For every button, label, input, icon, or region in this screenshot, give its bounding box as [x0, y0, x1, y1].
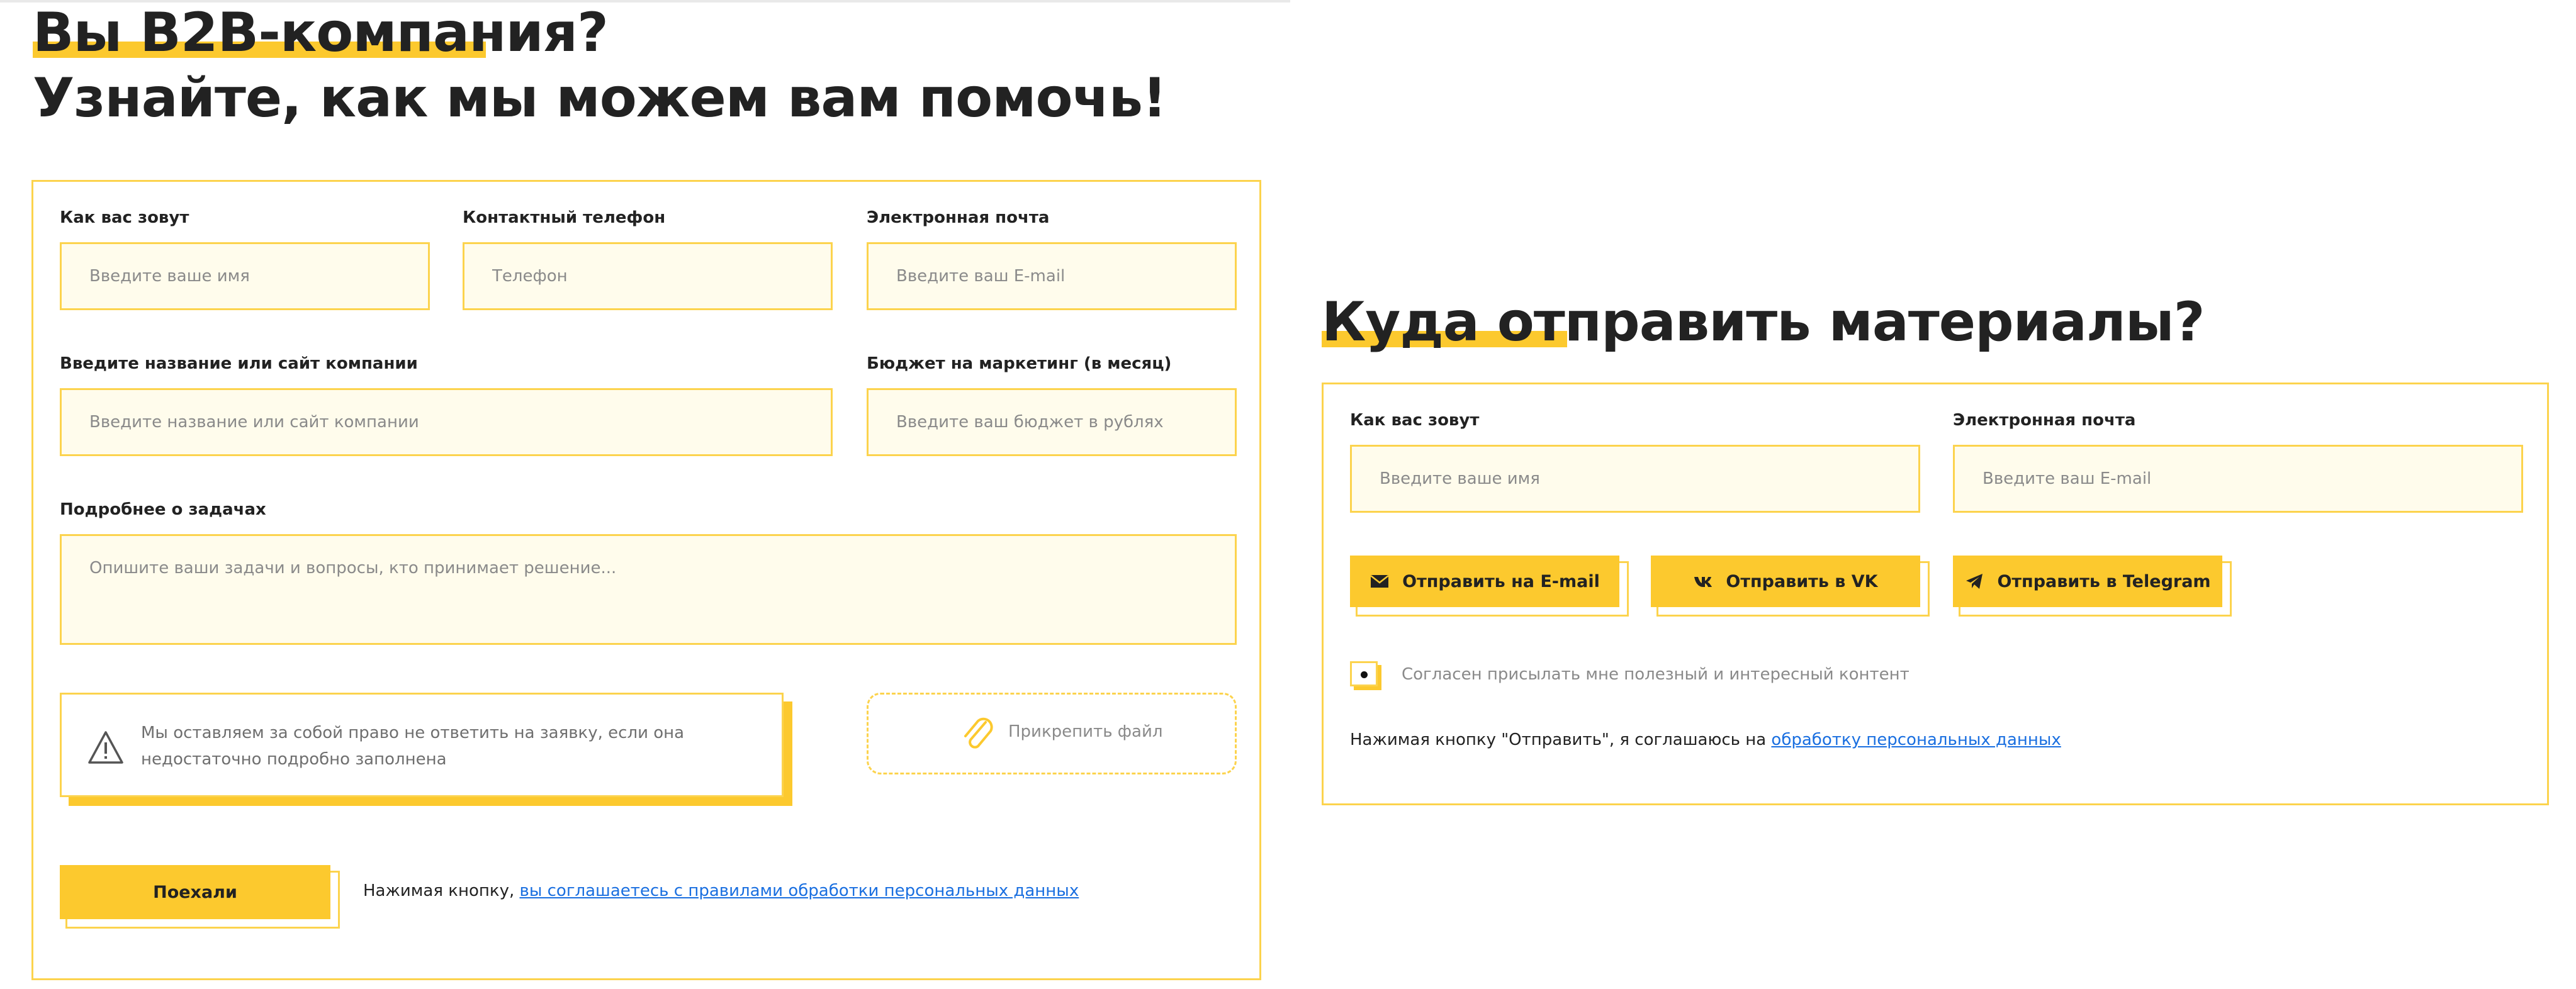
telegram-icon	[1966, 574, 1983, 589]
name-label: Как вас зовут	[60, 208, 189, 227]
paperclip-icon	[964, 717, 993, 749]
materials-heading-highlight: Куда отправить материалы?	[1322, 291, 2205, 354]
envelope-icon	[1370, 575, 1389, 588]
vk-icon	[1694, 577, 1713, 587]
email-input[interactable]	[867, 242, 1237, 310]
materials-form: Как вас зовут Электронная почта Отправит…	[1322, 383, 2549, 805]
materials-email-input[interactable]	[1953, 445, 2523, 513]
details-textarea[interactable]	[60, 534, 1237, 645]
attach-file-button[interactable]: Прикрепить файл	[867, 693, 1237, 774]
newsletter-checkbox[interactable]	[1350, 661, 1378, 686]
materials-heading: Куда отправить материалы?	[1322, 289, 2205, 355]
consent-prefix: Нажимая кнопку,	[363, 881, 520, 900]
send-telegram-button[interactable]: Отправить в Telegram	[1953, 556, 2222, 607]
send-telegram-label: Отправить в Telegram	[1997, 571, 2211, 591]
materials-consent-prefix: Нажимая кнопку "Отправить", я соглашаюсь…	[1350, 730, 1772, 749]
submit-button[interactable]: Поехали	[60, 865, 330, 919]
b2b-heading: Вы B2B-компания? Узнайте, как мы можем в…	[33, 0, 1167, 131]
b2b-heading-line2: Узнайте, как мы можем вам помочь!	[33, 67, 1167, 130]
privacy-policy-link[interactable]: вы соглашаетесь с правилами обработки пе…	[520, 881, 1079, 900]
phone-label: Контактный телефон	[463, 208, 666, 227]
send-vk-button[interactable]: Отправить в VK	[1651, 556, 1920, 607]
warning-icon	[88, 731, 123, 764]
company-label: Введите название или сайт компании	[60, 354, 418, 373]
email-label: Электронная почта	[867, 208, 1050, 227]
phone-input[interactable]	[463, 242, 833, 310]
materials-heading-text: Куда отправить материалы?	[1322, 291, 2205, 354]
budget-label: Бюджет на маркетинг (в месяц)	[867, 354, 1172, 373]
send-email-button[interactable]: Отправить на E-mail	[1350, 556, 1619, 607]
budget-input[interactable]	[867, 388, 1237, 456]
materials-name-input[interactable]	[1350, 445, 1920, 513]
details-label: Подробнее о задачах	[60, 500, 266, 519]
send-vk-label: Отправить в VK	[1726, 571, 1878, 591]
consent-text: Нажимая кнопку, вы соглашаетесь с правил…	[363, 881, 1079, 900]
send-email-label: Отправить на E-mail	[1402, 571, 1600, 591]
submit-button-label: Поехали	[153, 882, 237, 902]
b2b-heading-highlight: Вы B2B-компания?	[33, 1, 609, 64]
b2b-form: Как вас зовут Контактный телефон Электро…	[31, 180, 1261, 980]
attach-file-label: Прикрепить файл	[1008, 722, 1163, 741]
newsletter-checkbox-label: Согласен присылать мне полезный и интере…	[1402, 665, 1910, 684]
materials-email-label: Электронная почта	[1953, 411, 2136, 430]
materials-consent-text: Нажимая кнопку "Отправить", я соглашаюсь…	[1350, 730, 2061, 749]
company-input[interactable]	[60, 388, 833, 456]
materials-name-label: Как вас зовут	[1350, 411, 1480, 430]
b2b-heading-line1: Вы B2B-компания?	[33, 1, 609, 64]
name-input[interactable]	[60, 242, 430, 310]
warning-text: Мы оставляем за собой право не ответить …	[141, 724, 685, 769]
personal-data-link[interactable]: обработку персональных данных	[1771, 730, 2061, 749]
checkbox-checked-mark	[1361, 671, 1368, 678]
warning-notice: Мы оставляем за собой право не ответить …	[60, 693, 784, 797]
